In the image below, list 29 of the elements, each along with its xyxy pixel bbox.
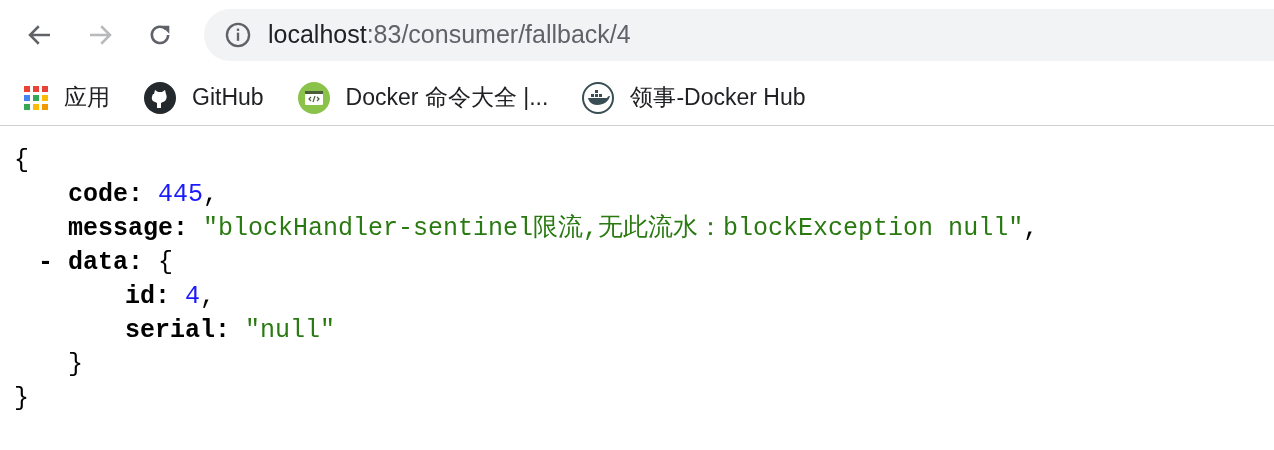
bookmark[interactable]: 领事-Docker Hub xyxy=(582,80,806,115)
url-path: :83/consumer/fallback/4 xyxy=(366,19,631,51)
apps-grid-icon xyxy=(24,85,48,110)
address-bar[interactable]: localhost:83/consumer/fallback/4 xyxy=(204,9,1274,61)
bookmark[interactable]: GitHub xyxy=(144,80,264,115)
cat-silhouette-icon xyxy=(144,81,176,114)
json-value: "blockHandler-sentinel限流,无此流水：blockException null" xyxy=(203,213,1024,245)
open-brace: { xyxy=(158,247,174,279)
json-value: 4 xyxy=(185,281,201,313)
comma: , xyxy=(1023,213,1039,245)
open-brace: { xyxy=(14,145,29,177)
json-key: serial: xyxy=(125,314,231,348)
close-brace: } xyxy=(14,383,29,415)
code-window-icon xyxy=(297,81,330,114)
info-icon[interactable] xyxy=(224,21,252,49)
close-brace: } xyxy=(68,349,83,381)
json-key: code: xyxy=(68,178,143,212)
json-value: 445 xyxy=(158,179,204,211)
bookmark[interactable]: Docker 命令大全 |... xyxy=(297,80,549,115)
collapse-toggle[interactable]: - xyxy=(38,246,53,280)
json-key: message: xyxy=(68,212,189,246)
comma: , xyxy=(203,179,219,211)
json-key: data: xyxy=(68,246,144,280)
bookmark[interactable]: 应用 xyxy=(24,80,110,115)
json-value: "null" xyxy=(245,315,336,347)
comma: , xyxy=(200,281,216,313)
whale-icon xyxy=(582,81,615,114)
url-host: localhost xyxy=(268,19,367,51)
json-key: id: xyxy=(125,280,170,314)
